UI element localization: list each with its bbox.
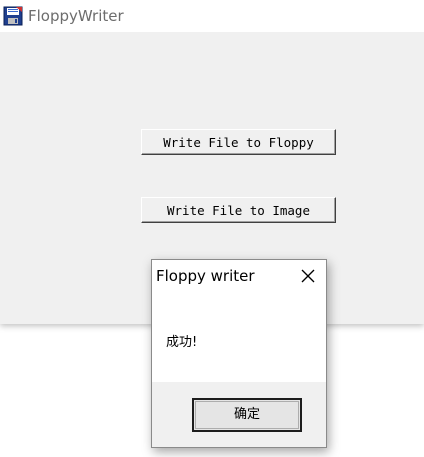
title-bar[interactable]: FloppyWriter [0, 0, 424, 32]
dialog-title: Floppy writer [156, 267, 255, 285]
ok-button[interactable]: 确定 [192, 398, 302, 432]
floppy-disk-icon [3, 6, 23, 26]
close-icon[interactable] [300, 268, 316, 284]
write-to-image-button[interactable]: Write File to Image [141, 197, 336, 223]
write-to-floppy-button[interactable]: Write File to Floppy [141, 129, 336, 155]
dialog-footer: 确定 [152, 382, 326, 447]
ok-button-label: 确定 [233, 407, 260, 422]
dialog-message: 成功! [166, 335, 198, 350]
window-title: FloppyWriter [28, 7, 124, 25]
message-dialog: Floppy writer 成功! 确定 [151, 259, 327, 448]
